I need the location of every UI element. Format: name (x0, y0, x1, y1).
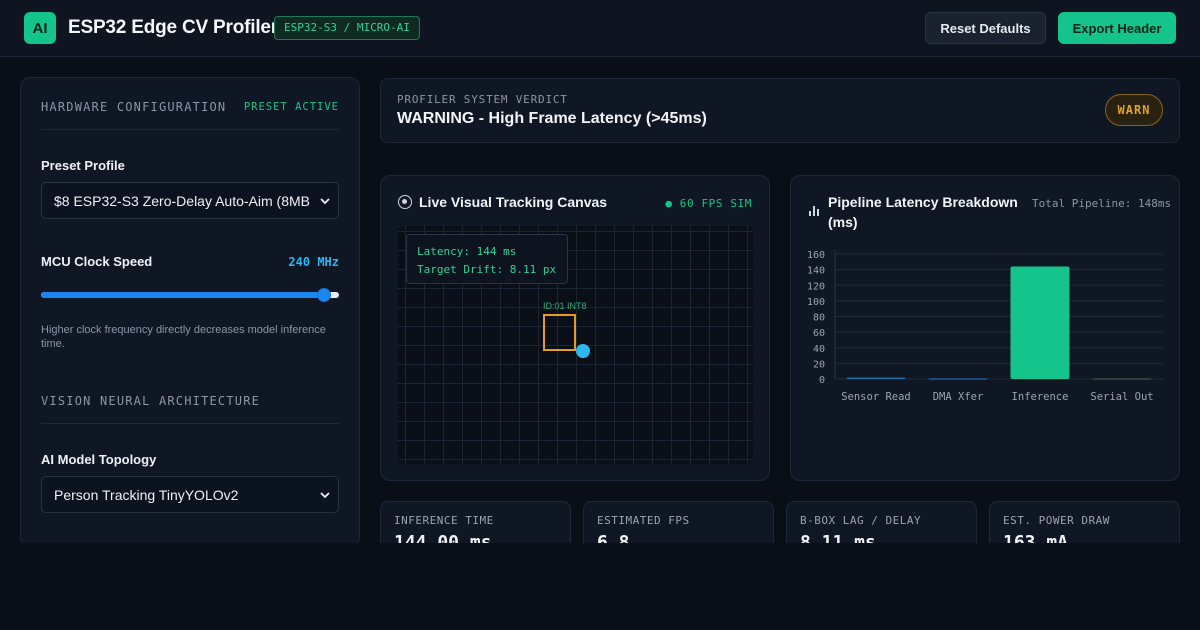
bar (846, 377, 906, 379)
bar (1092, 378, 1152, 380)
system-verdict-banner: PROFILER SYSTEM VERDICT WARNING - High F… (380, 78, 1180, 143)
chevron-down-icon (312, 477, 338, 512)
x-tick-label: Sensor Read (841, 391, 911, 403)
y-tick-label: 20 (813, 359, 825, 370)
architecture-section-title: VISION NEURAL ARCHITECTURE (41, 394, 261, 408)
hardware-section-title: HARDWARE CONFIGURATION (41, 100, 227, 114)
clock-speed-hint: Higher clock frequency directly decrease… (41, 324, 326, 350)
x-tick-label: DMA Xfer (933, 391, 984, 403)
y-tick-label: 100 (807, 297, 825, 308)
model-topology-value: Person Tracking TinyYOLOv2 (54, 486, 239, 503)
config-panel: HARDWARE CONFIGURATION PRESET ACTIVE Pre… (20, 77, 360, 547)
tracking-canvas-panel: Live Visual Tracking Canvas ● 60 FPS SIM… (380, 175, 770, 481)
bar-chart-icon (809, 206, 819, 216)
preset-profile-select[interactable]: $8 ESP32-S3 Zero-Delay Auto-Aim (8MB (41, 182, 339, 219)
export-header-button[interactable]: Export Header (1058, 12, 1176, 44)
y-tick-label: 80 (813, 313, 825, 324)
tracking-point (576, 344, 590, 358)
fps-sim-indicator: ● 60 FPS SIM (665, 197, 752, 210)
y-tick-label: 160 (807, 250, 825, 261)
hardware-section-header: HARDWARE CONFIGURATION PRESET ACTIVE (41, 100, 339, 130)
bbox-label: ID:01 INT8 (543, 301, 587, 311)
chip-badge: ESP32-S3 / MICRO-AI (274, 16, 420, 40)
app-logo: AI (24, 12, 56, 44)
model-topology-select[interactable]: Person Tracking TinyYOLOv2 (41, 476, 339, 513)
metric-label: INFERENCE TIME (394, 514, 494, 527)
warn-status-badge: WARN (1105, 94, 1163, 126)
latency-readout: Latency: 144 ms (417, 245, 517, 258)
drift-readout: Target Drift: 8.11 px (417, 263, 557, 276)
slider-thumb[interactable] (317, 288, 332, 302)
viewport-bottom (0, 543, 1200, 630)
telemetry-readout: Latency: 144 ms Target Drift: 8.11 px (406, 234, 568, 284)
metric-label: EST. POWER DRAW (1003, 514, 1110, 527)
bar (928, 378, 988, 380)
preset-active-tag: PRESET ACTIVE (243, 101, 339, 113)
bar (1010, 266, 1070, 379)
metric-label: ESTIMATED FPS (597, 514, 690, 527)
verdict-message: WARNING - High Frame Latency (>45ms) (397, 110, 707, 127)
bounding-box (543, 314, 576, 351)
y-tick-label: 60 (813, 328, 825, 339)
reset-defaults-button[interactable]: Reset Defaults (925, 12, 1046, 44)
verdict-label: PROFILER SYSTEM VERDICT (397, 93, 568, 106)
target-icon (398, 195, 412, 209)
preset-profile-label: Preset Profile (41, 158, 125, 173)
top-bar: AI ESP32 Edge CV Profiler ESP32-S3 / MIC… (0, 0, 1200, 57)
latency-bar-chart: 0 20 40 60 80 100 120 140 160 Sensor Read DMA Xfer… (807, 250, 1163, 403)
clock-speed-value: 240 MHz (288, 255, 339, 269)
architecture-section-header: VISION NEURAL ARCHITECTURE (41, 394, 339, 424)
clock-speed-label: MCU Clock Speed (41, 254, 153, 269)
y-tick-label: 140 (807, 266, 825, 277)
model-topology-label: AI Model Topology (41, 452, 157, 467)
canvas-title: Live Visual Tracking Canvas (419, 194, 608, 210)
y-tick-label: 40 (813, 344, 825, 355)
y-tick-label: 120 (807, 281, 825, 292)
x-tick-label: Serial Out (1090, 391, 1153, 403)
tracking-canvas[interactable]: Latency: 144 ms Target Drift: 8.11 px ID… (398, 226, 753, 464)
preset-profile-value: $8 ESP32-S3 Zero-Delay Auto-Aim (8MB (54, 192, 310, 209)
clock-speed-slider[interactable] (41, 288, 339, 302)
metric-label: B-BOX LAG / DELAY (800, 514, 922, 527)
y-tick-label: 0 (819, 375, 825, 386)
app-title: ESP32 Edge CV Profiler (68, 17, 278, 38)
latency-chart-panel: Pipeline Latency Breakdown (ms) Total Pi… (790, 175, 1180, 481)
total-pipeline: Total Pipeline: 148ms (1032, 197, 1172, 210)
chart-title: Pipeline Latency Breakdown (ms) (828, 194, 1018, 230)
chevron-down-icon (312, 183, 338, 218)
x-tick-label: Inference (1012, 391, 1069, 403)
slider-fill (41, 292, 325, 298)
